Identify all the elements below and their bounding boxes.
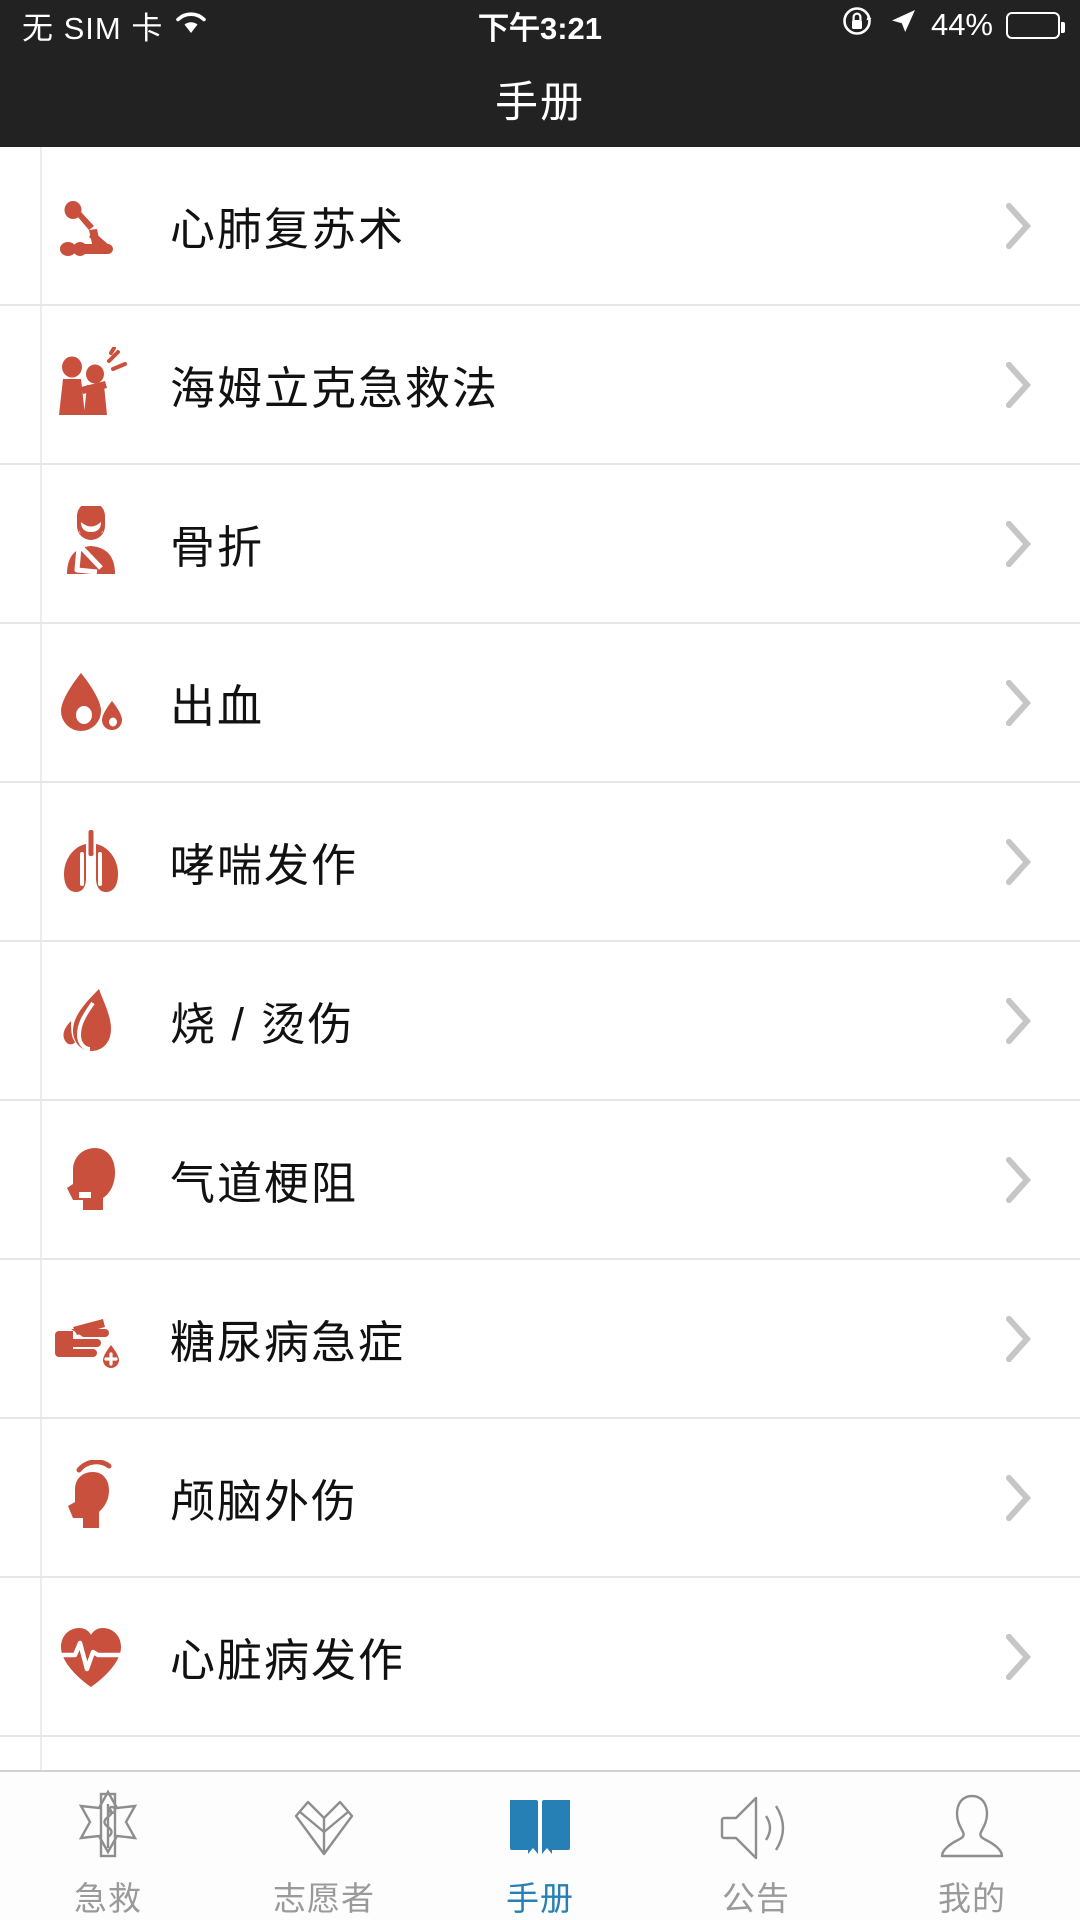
- chevron-right-icon: [1006, 202, 1032, 249]
- location-arrow-icon: [888, 6, 918, 44]
- list-item[interactable]: 烧 / 烫伤: [0, 942, 1080, 1101]
- rotation-lock-icon: [841, 4, 875, 46]
- row-edge: [40, 1101, 42, 1258]
- arm-sling-icon: [48, 501, 134, 587]
- page-title: 手册: [495, 78, 585, 127]
- list-item[interactable]: 糖尿病急症: [0, 1260, 1080, 1419]
- list-item-label: 哮喘发作: [170, 840, 359, 891]
- tab-volunteer[interactable]: 志愿者: [216, 1772, 432, 1920]
- list-item[interactable]: [0, 1737, 1080, 1770]
- row-edge: [40, 1737, 42, 1770]
- cpr-icon: [48, 183, 134, 269]
- list-item-label: 心脏病发作: [170, 1635, 406, 1686]
- flame-icon: [48, 978, 134, 1064]
- tab-announcement[interactable]: 公告: [648, 1772, 864, 1920]
- speaker-icon: [716, 1785, 796, 1870]
- row-edge: [40, 1419, 42, 1576]
- list-item-label: 颅脑外伤: [170, 1476, 359, 1527]
- list-item[interactable]: 骨折: [0, 465, 1080, 624]
- list-item[interactable]: 心脏病发作: [0, 1578, 1080, 1737]
- nav-bar: 手册: [0, 50, 1080, 147]
- tab-label: 手册: [506, 1880, 574, 1917]
- manual-list[interactable]: 心肺复苏术 海姆立克急救法 骨折 出血 哮喘发作 烧 / 烫伤 气道梗阻 糖尿病…: [0, 147, 1080, 1770]
- status-bar: 无 SIM 卡 下午3:21 44%: [0, 0, 1080, 50]
- battery-icon: [1006, 11, 1065, 39]
- airway-head-icon: [48, 1137, 134, 1223]
- chevron-right-icon: [1006, 1633, 1032, 1680]
- blood-drop-icon: [48, 660, 134, 746]
- chevron-right-icon: [1006, 997, 1032, 1044]
- tab-label: 公告: [722, 1880, 790, 1917]
- list-item-label: 气道梗阻: [170, 1158, 359, 1209]
- row-edge: [40, 783, 42, 940]
- heart-outline-icon: [284, 1785, 364, 1870]
- tab-profile[interactable]: 我的: [864, 1772, 1080, 1920]
- list-item[interactable]: 海姆立克急救法: [0, 306, 1080, 465]
- row-edge: [40, 1260, 42, 1417]
- lungs-icon: [48, 819, 134, 905]
- tab-bar[interactable]: 急救 志愿者 手册 公告 我的: [0, 1770, 1080, 1920]
- chevron-right-icon: [1006, 1156, 1032, 1203]
- chevron-right-icon: [1006, 1315, 1032, 1362]
- status-bar-right: 44%: [841, 4, 1065, 46]
- row-edge: [40, 306, 42, 463]
- tab-label: 我的: [938, 1880, 1006, 1917]
- battery-percent-label: 44%: [930, 7, 993, 42]
- chevron-right-icon: [1006, 361, 1032, 408]
- row-edge: [40, 147, 42, 304]
- tab-label: 急救: [74, 1880, 142, 1917]
- list-item-label: 海姆立克急救法: [170, 363, 500, 414]
- tab-emergency[interactable]: 急救: [0, 1772, 216, 1920]
- chevron-right-icon: [1006, 679, 1032, 726]
- list-item[interactable]: 出血: [0, 624, 1080, 783]
- list-item-label: 骨折: [170, 522, 265, 573]
- list-item[interactable]: 颅脑外伤: [0, 1419, 1080, 1578]
- list-item[interactable]: 心肺复苏术: [0, 147, 1080, 306]
- row-edge: [40, 465, 42, 622]
- row-edge: [40, 624, 42, 781]
- chevron-right-icon: [1006, 520, 1032, 567]
- star-of-life-icon: [68, 1785, 148, 1870]
- list-item-label: 烧 / 烫伤: [170, 999, 355, 1050]
- list-item-label: 糖尿病急症: [170, 1317, 406, 1368]
- heart-pulse-icon: [48, 1614, 134, 1700]
- list-item[interactable]: 哮喘发作: [0, 783, 1080, 942]
- row-edge: [40, 1578, 42, 1735]
- finger-prick-icon: [48, 1296, 134, 1382]
- chevron-right-icon: [1006, 838, 1032, 885]
- head-trauma-icon: [48, 1455, 134, 1541]
- row-edge: [40, 942, 42, 1099]
- chevron-right-icon: [1006, 1474, 1032, 1521]
- tab-label: 志愿者: [273, 1880, 375, 1917]
- list-item-label: 心肺复苏术: [170, 204, 406, 255]
- tab-manual[interactable]: 手册: [432, 1772, 648, 1920]
- person-icon: [932, 1785, 1012, 1870]
- book-icon: [500, 1785, 580, 1870]
- list-item-label: 出血: [170, 681, 265, 732]
- heimlich-icon: [48, 342, 134, 428]
- list-item[interactable]: 气道梗阻: [0, 1101, 1080, 1260]
